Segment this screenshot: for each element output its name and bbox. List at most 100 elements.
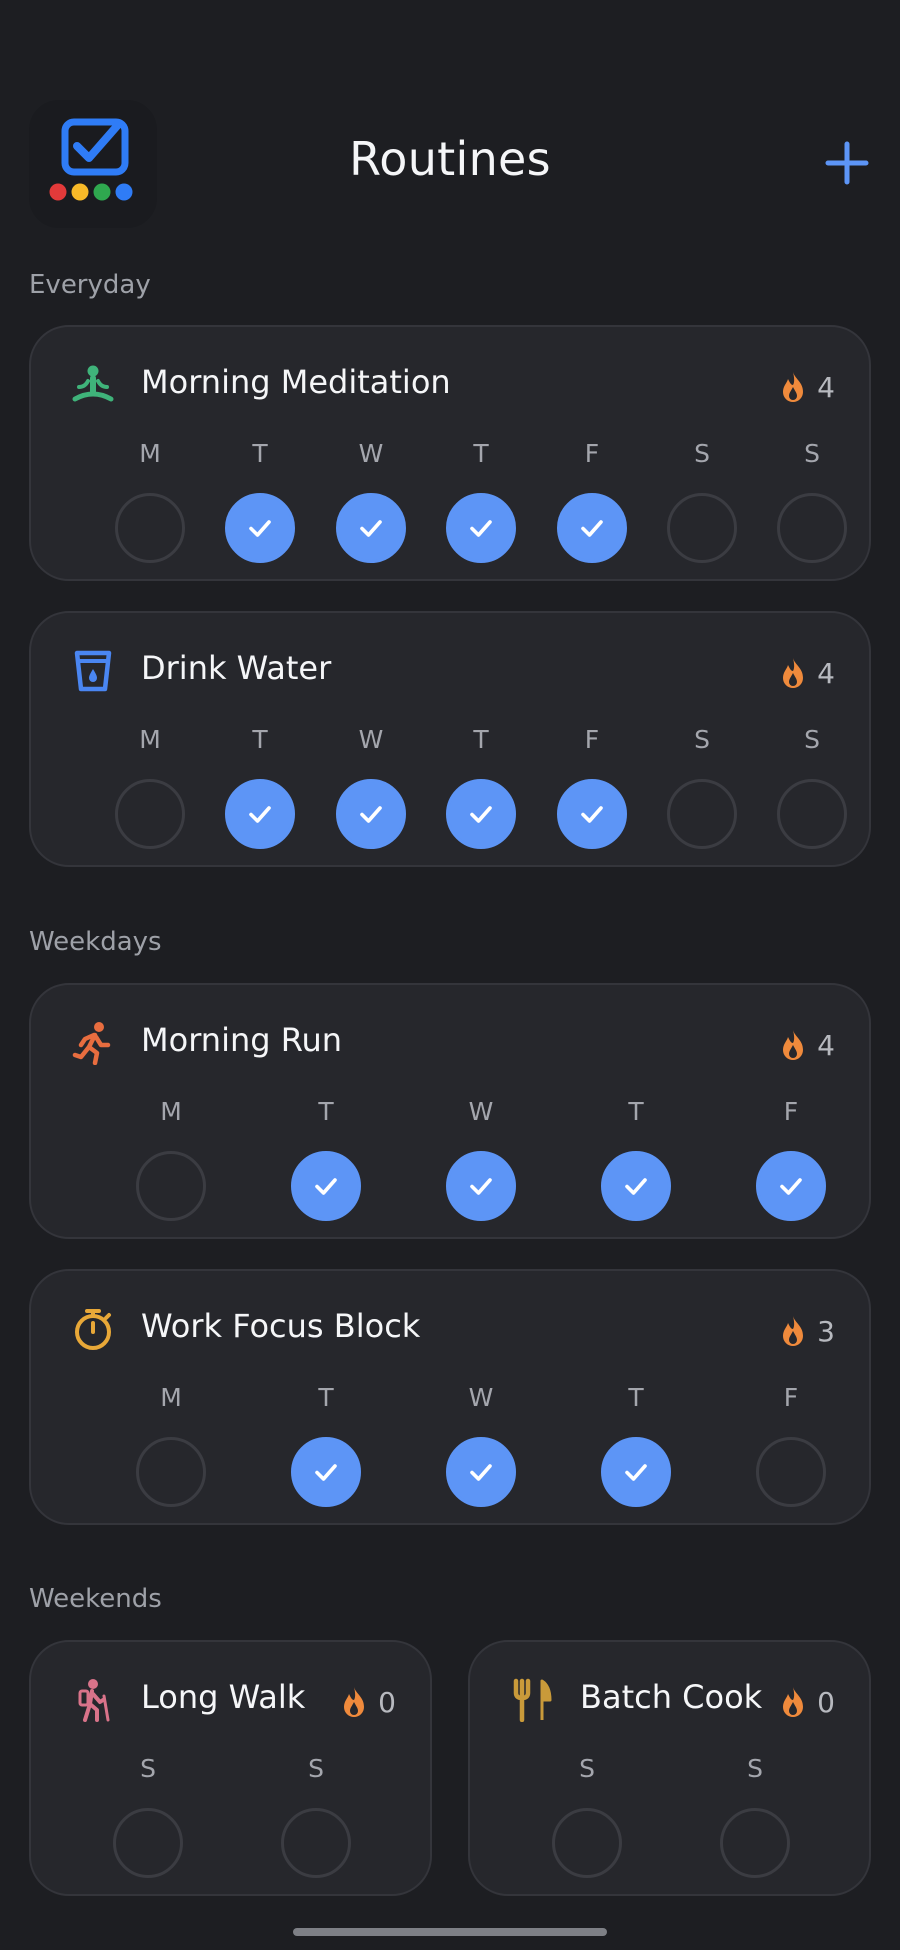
day-column: T	[291, 1095, 361, 1221]
day-toggle-empty[interactable]	[115, 779, 185, 849]
streak-badge: 4	[779, 1025, 835, 1065]
routine-title: Drink Water	[141, 649, 332, 687]
day-column: F	[557, 723, 627, 849]
day-toggle-empty[interactable]	[281, 1808, 351, 1878]
runner-icon	[71, 1021, 115, 1066]
day-toggle-empty[interactable]	[113, 1808, 183, 1878]
streak-badge: 0	[340, 1682, 396, 1722]
streak-count: 3	[817, 1314, 835, 1348]
day-toggle-empty[interactable]	[777, 779, 847, 849]
day-toggle-empty[interactable]	[667, 493, 737, 563]
routine-card-morning-meditation[interactable]: Morning Meditation 4 M T W T F S S	[29, 325, 871, 581]
day-toggle-completed[interactable]	[291, 1437, 361, 1507]
day-label: W	[358, 439, 384, 468]
day-column: W	[446, 1381, 516, 1507]
day-toggle-completed[interactable]	[225, 779, 295, 849]
day-column: M	[115, 437, 185, 563]
day-column: S	[777, 437, 847, 563]
day-toggle-empty[interactable]	[720, 1808, 790, 1878]
checkmark-icon	[315, 1178, 337, 1195]
day-label: T	[628, 1383, 644, 1412]
day-toggle-completed[interactable]	[225, 493, 295, 563]
day-column: T	[446, 723, 516, 849]
day-toggle-completed[interactable]	[446, 1437, 516, 1507]
flame-icon	[783, 658, 804, 688]
hiker-icon	[71, 1678, 115, 1722]
day-label: F	[783, 1097, 799, 1126]
day-toggle-empty[interactable]	[777, 493, 847, 563]
streak-badge: 0	[779, 1682, 835, 1722]
day-column: T	[291, 1381, 361, 1507]
day-column: W	[336, 437, 406, 563]
water-glass-icon	[71, 649, 115, 693]
routine-title: Morning Run	[141, 1021, 343, 1059]
checkmark-icon	[470, 1178, 492, 1195]
day-toggle-empty[interactable]	[552, 1808, 622, 1878]
day-label: T	[318, 1097, 334, 1126]
checkmark-icon	[470, 1464, 492, 1481]
checkmark-icon	[780, 1178, 802, 1195]
checkmark-icon	[470, 520, 492, 537]
flame-icon	[783, 1687, 804, 1717]
routines-screen: Routines Everyday Weekdays Weekends Morn…	[0, 0, 900, 1950]
section-label-weekends: Weekends	[29, 1584, 162, 1614]
day-column: W	[446, 1095, 516, 1221]
section-label-weekdays: Weekdays	[29, 927, 162, 957]
day-column: T	[601, 1381, 671, 1507]
routine-card-batch-cook[interactable]: Batch Cook 0 S S	[468, 1640, 871, 1896]
routine-title: Morning Meditation	[141, 363, 451, 401]
flame-icon	[344, 1687, 365, 1717]
checkmark-icon	[625, 1178, 647, 1195]
day-label: M	[139, 725, 161, 754]
day-column: S	[113, 1752, 183, 1878]
streak-count: 4	[817, 370, 835, 404]
day-toggle-empty[interactable]	[667, 779, 737, 849]
routine-title: Work Focus Block	[141, 1307, 421, 1345]
day-label: T	[628, 1097, 644, 1126]
day-column: S	[720, 1752, 790, 1878]
day-column: T	[601, 1095, 671, 1221]
day-label: S	[804, 439, 820, 468]
day-toggle-completed[interactable]	[601, 1437, 671, 1507]
day-toggle-completed[interactable]	[291, 1151, 361, 1221]
routine-card-work-focus-block[interactable]: Work Focus Block 3 M T W T F	[29, 1269, 871, 1525]
day-toggle-completed[interactable]	[756, 1151, 826, 1221]
day-toggle-completed[interactable]	[336, 493, 406, 563]
meditation-icon	[71, 363, 115, 407]
day-toggle-empty[interactable]	[756, 1437, 826, 1507]
checkmark-icon	[360, 520, 382, 537]
routine-card-morning-run[interactable]: Morning Run 4 M T W T F	[29, 983, 871, 1239]
day-label: S	[694, 725, 710, 754]
day-label: F	[783, 1383, 799, 1412]
day-label: T	[318, 1383, 334, 1412]
routine-card-long-walk[interactable]: Long Walk 0 S S	[29, 1640, 432, 1896]
add-routine-button[interactable]	[824, 140, 870, 186]
day-label: W	[358, 725, 384, 754]
day-column: S	[281, 1752, 351, 1878]
day-label: W	[468, 1383, 494, 1412]
routine-card-drink-water[interactable]: Drink Water 4 M T W T F S S	[29, 611, 871, 867]
stopwatch-icon	[71, 1307, 115, 1351]
routine-title: Batch Cook	[580, 1678, 763, 1716]
day-column: W	[336, 723, 406, 849]
checkmark-icon	[249, 520, 271, 537]
day-label: M	[160, 1383, 182, 1412]
day-toggle-completed[interactable]	[557, 779, 627, 849]
day-toggle-empty[interactable]	[136, 1151, 206, 1221]
day-column: F	[557, 437, 627, 563]
day-label: S	[579, 1754, 595, 1783]
day-toggle-completed[interactable]	[601, 1151, 671, 1221]
day-toggle-completed[interactable]	[446, 779, 516, 849]
day-toggle-empty[interactable]	[136, 1437, 206, 1507]
day-toggle-completed[interactable]	[446, 493, 516, 563]
day-label: S	[747, 1754, 763, 1783]
day-toggle-completed[interactable]	[557, 493, 627, 563]
flame-icon	[783, 1030, 804, 1060]
header: Routines	[0, 100, 900, 228]
day-toggle-completed[interactable]	[336, 779, 406, 849]
day-label: W	[468, 1097, 494, 1126]
routine-title: Long Walk	[141, 1678, 306, 1716]
day-toggle-completed[interactable]	[446, 1151, 516, 1221]
day-toggle-empty[interactable]	[115, 493, 185, 563]
streak-count: 4	[817, 656, 835, 690]
